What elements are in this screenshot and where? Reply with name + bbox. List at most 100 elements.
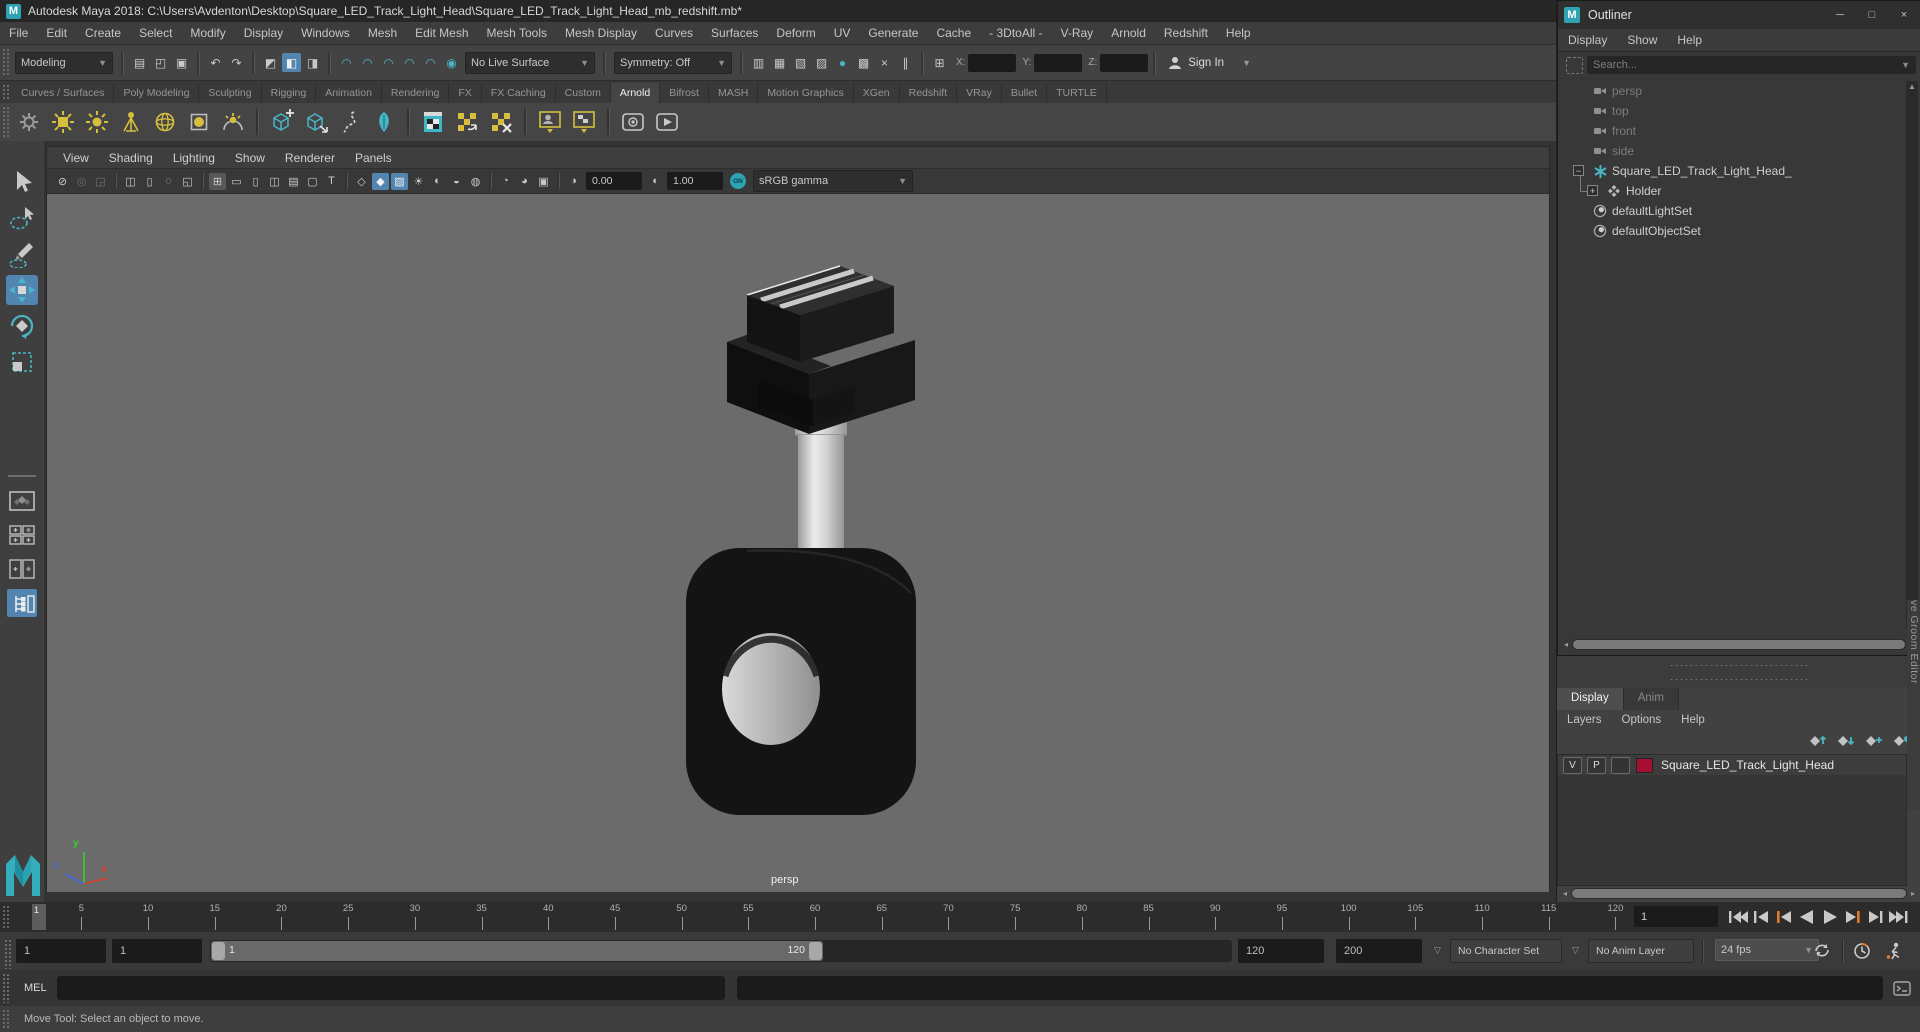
range-slider-grip[interactable] — [4, 939, 11, 969]
x-coordinate-field[interactable] — [968, 53, 1017, 72]
camera-aim-icon[interactable]: ◌ — [160, 173, 177, 190]
image-plane-icon[interactable]: ◫ — [122, 173, 139, 190]
step-back-frame-button[interactable] — [1749, 904, 1772, 930]
fps-select[interactable]: 24 fps ▼ — [1715, 939, 1819, 961]
menu-surfaces[interactable]: Surfaces — [702, 23, 767, 43]
shelf-tab-bifrost[interactable]: Bifrost — [660, 83, 709, 103]
range-end-handle[interactable] — [809, 942, 822, 960]
outliner-persp-layout[interactable] — [7, 589, 37, 617]
move-tool[interactable] — [6, 275, 38, 305]
current-frame-field[interactable]: 1 — [1634, 906, 1718, 927]
scrollbar-track[interactable] — [1572, 639, 1906, 650]
shelf-tab-xgen[interactable]: XGen — [853, 83, 900, 103]
menu-help[interactable]: Help — [1217, 23, 1260, 43]
shelf-tab-rendering[interactable]: Rendering — [381, 83, 450, 103]
outliner-item-square-led-track-light-head[interactable]: − Square_LED_Track_Light_Head_ — [1559, 161, 1905, 181]
time-preferences-icon[interactable] — [1852, 941, 1872, 961]
character-set-selector[interactable]: No Character Set — [1450, 939, 1562, 963]
skydome-light-icon[interactable] — [150, 107, 180, 137]
lights-icon[interactable]: ☀ — [410, 173, 427, 190]
xyz-grid-icon[interactable]: ⊞ — [930, 53, 949, 72]
symmetry-select[interactable]: Symmetry: Off ▼ — [614, 51, 732, 74]
camera-icon[interactable]: ◎ — [73, 173, 90, 190]
snap-projected-center-icon[interactable]: ◠ — [400, 53, 419, 72]
grid-icon[interactable]: ⊞ — [209, 172, 226, 190]
menu-windows[interactable]: Windows — [292, 23, 359, 43]
animation-start-field[interactable]: 1 — [16, 939, 106, 963]
undo-icon[interactable]: ↶ — [206, 53, 225, 72]
layer-horizontal-scrollbar[interactable]: ◂ ▸ — [1559, 887, 1919, 900]
shelf-tab-arnold[interactable]: Arnold — [610, 83, 661, 103]
preview-icon[interactable] — [618, 107, 648, 137]
textured-icon[interactable]: ▨ — [391, 172, 408, 190]
view-transform-select[interactable]: sRGB gamma ▼ — [753, 170, 913, 192]
layer-menu-options[interactable]: Options — [1612, 712, 1672, 728]
smooth-shade-icon[interactable]: ◆ — [372, 172, 389, 190]
outliner-item-defaultlightset[interactable]: defaultLightSet — [1559, 201, 1905, 221]
menu-redshift[interactable]: Redshift — [1155, 23, 1217, 43]
shelf-tab-poly-modeling[interactable]: Poly Modeling — [114, 83, 200, 103]
create-standin-icon[interactable] — [267, 107, 297, 137]
move-layer-up-icon[interactable] — [1807, 733, 1827, 749]
viewport-menu-view[interactable]: View — [53, 149, 99, 167]
scroll-up-icon[interactable]: ▲ — [1906, 82, 1918, 91]
hypershade-icon[interactable]: ▨ — [812, 53, 831, 72]
menu-cache[interactable]: Cache — [927, 23, 980, 43]
menu-uv[interactable]: UV — [825, 23, 860, 43]
outliner-menu-show[interactable]: Show — [1617, 31, 1667, 49]
save-scene-icon[interactable]: ▣ — [172, 53, 191, 72]
layer-tab-anim[interactable]: Anim — [1623, 688, 1679, 710]
arnold-render-icon[interactable] — [418, 107, 448, 137]
menu-create[interactable]: Create — [76, 23, 130, 43]
curve-collector-icon[interactable] — [335, 107, 365, 137]
menu-generate[interactable]: Generate — [859, 23, 927, 43]
menu-select[interactable]: Select — [130, 23, 181, 43]
shelf-tab-rigging[interactable]: Rigging — [261, 83, 317, 103]
gamma-field[interactable]: 1.00 — [667, 172, 723, 190]
gate-mask-icon[interactable]: ◫ — [266, 173, 283, 190]
menu-modify[interactable]: Modify — [181, 23, 234, 43]
photometric-light-icon[interactable] — [116, 107, 146, 137]
anti-alias-icon[interactable]: ◍ — [467, 173, 484, 190]
go-to-start-button[interactable] — [1726, 904, 1749, 930]
isolate-select-icon[interactable]: ▣ — [535, 173, 552, 190]
mel-label[interactable]: MEL — [24, 982, 47, 994]
viewport-menu-shading[interactable]: Shading — [99, 149, 163, 167]
playback-range-bar[interactable]: 1 120 — [211, 941, 823, 961]
scroll-left-icon[interactable]: ◂ — [1560, 640, 1572, 649]
anim-layer-menu-icon[interactable]: ▽ — [1572, 945, 1579, 956]
scrollbar-track[interactable] — [1571, 888, 1907, 899]
anim-layer-selector[interactable]: No Anim Layer — [1588, 939, 1694, 963]
help-line-grip[interactable] — [2, 1009, 9, 1029]
playback-start-field[interactable]: 1 — [112, 939, 202, 963]
search-filter-arrow-icon[interactable]: ▼ — [1901, 60, 1910, 70]
light-editor-icon[interactable]: ▩ — [854, 53, 873, 72]
export-standin-icon[interactable] — [301, 107, 331, 137]
layer-visibility-toggle[interactable]: V — [1563, 756, 1582, 774]
xray-joints-icon[interactable]: ◕ — [516, 173, 533, 190]
four-pane-layout[interactable] — [7, 521, 37, 549]
single-pane-layout[interactable] — [7, 487, 37, 515]
expand-collapse-icon[interactable] — [1566, 56, 1583, 74]
point-light-icon[interactable] — [82, 107, 112, 137]
playback-end-field[interactable]: 120 — [1238, 939, 1324, 963]
shelf-tab-animation[interactable]: Animation — [316, 83, 382, 103]
area-light-icon[interactable] — [48, 107, 78, 137]
render-selected-icon[interactable] — [535, 107, 565, 137]
scroll-left-icon[interactable]: ◂ — [1559, 889, 1571, 898]
mesh-light-icon[interactable] — [184, 107, 214, 137]
outliner-menu-help[interactable]: Help — [1667, 31, 1712, 49]
layer-display-type-toggle[interactable] — [1611, 756, 1630, 774]
outliner-item-front[interactable]: front — [1559, 121, 1905, 141]
scale-tool[interactable] — [6, 347, 38, 377]
render-region-icon[interactable] — [569, 107, 599, 137]
exposure-lock-icon[interactable]: ⊘ — [54, 173, 71, 190]
step-forward-key-button[interactable] — [1841, 904, 1864, 930]
pan-zoom-icon[interactable]: ◲ — [92, 173, 109, 190]
outliner-item-defaultobjectset[interactable]: defaultObjectSet — [1559, 221, 1905, 241]
script-editor-button[interactable] — [1891, 978, 1913, 998]
menu-v-ray[interactable]: V-Ray — [1052, 23, 1103, 43]
maximize-button[interactable]: □ — [1856, 1, 1888, 29]
outliner-item-side[interactable]: side — [1559, 141, 1905, 161]
menu-curves[interactable]: Curves — [646, 23, 702, 43]
